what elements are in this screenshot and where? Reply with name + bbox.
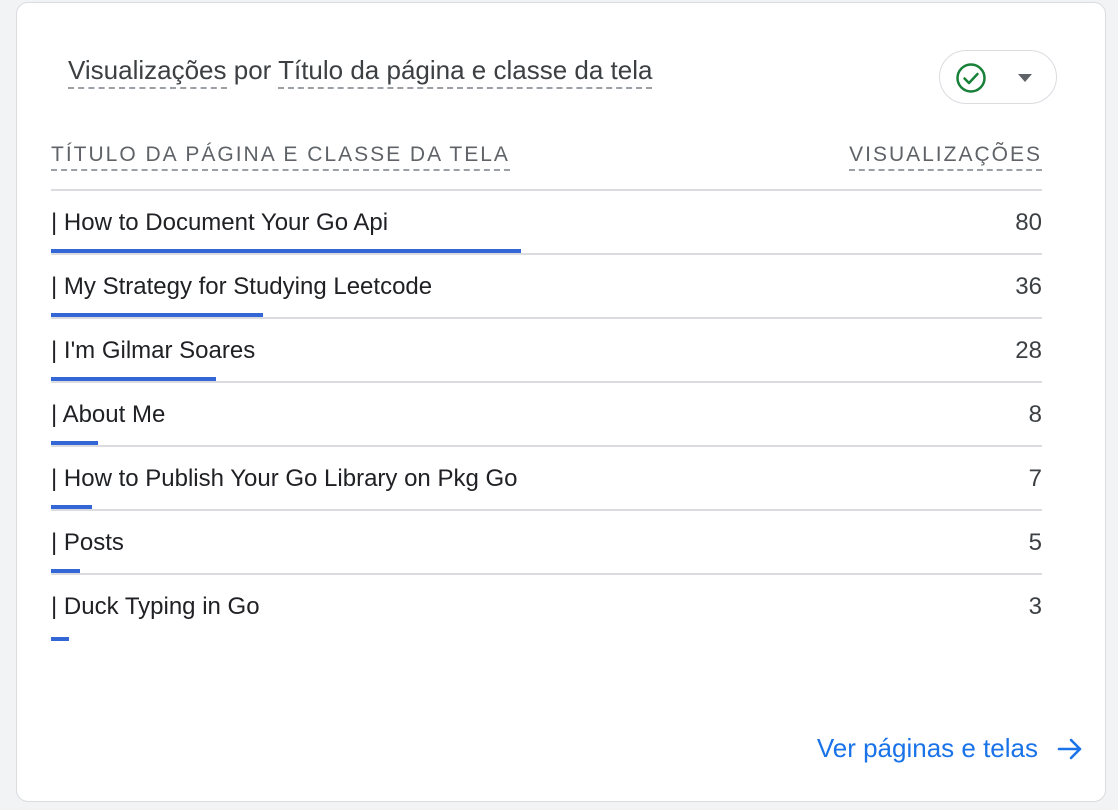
table-row[interactable]: | I'm Gilmar Soares 28 — [51, 319, 1042, 383]
row-label: | Duck Typing in Go — [51, 593, 260, 620]
caret-down-icon — [1018, 74, 1032, 82]
table-header: TÍTULO DA PÁGINA E CLASSE DA TELA VISUAL… — [51, 143, 1042, 189]
row-value: 8 — [1028, 401, 1042, 428]
view-pages-link-label: Ver páginas e telas — [816, 733, 1038, 763]
row-label: | How to Document Your Go Api — [51, 209, 389, 236]
row-label: | How to Publish Your Go Library on Pkg … — [51, 465, 518, 492]
row-bar — [51, 637, 69, 641]
row-value: 5 — [1028, 529, 1042, 556]
row-label: | Posts — [51, 529, 124, 556]
row-bar — [51, 505, 92, 509]
column-header-title[interactable]: TÍTULO DA PÁGINA E CLASSE DA TELA — [51, 143, 510, 171]
column-header-views[interactable]: VISUALIZAÇÕES — [849, 143, 1042, 171]
row-value: 28 — [1015, 337, 1042, 364]
row-bar — [51, 441, 98, 445]
row-label: | My Strategy for Studying Leetcode — [51, 273, 433, 300]
row-bar — [51, 249, 521, 253]
status-dropdown-button[interactable] — [939, 50, 1057, 104]
view-pages-link[interactable]: Ver páginas e telas — [817, 733, 1084, 764]
row-bar — [51, 313, 263, 317]
row-value: 36 — [1015, 273, 1042, 300]
row-label: | About Me — [51, 401, 166, 428]
row-bar — [51, 569, 80, 573]
row-value: 7 — [1028, 465, 1042, 492]
dimension-label[interactable]: Título da página e classe da tela — [278, 55, 653, 89]
metric-label[interactable]: Visualizações — [68, 55, 227, 89]
table-row[interactable]: | About Me 8 — [51, 383, 1042, 447]
card-title: Visualizações por Título da página e cla… — [68, 55, 653, 89]
table-row[interactable]: | How to Document Your Go Api 80 — [51, 191, 1042, 255]
title-connector: por — [233, 55, 272, 85]
table-row[interactable]: | My Strategy for Studying Leetcode 36 — [51, 255, 1042, 319]
row-label: | I'm Gilmar Soares — [51, 337, 256, 364]
row-value: 80 — [1015, 209, 1042, 236]
table-row[interactable]: | Duck Typing in Go 3 — [51, 575, 1042, 641]
table-row[interactable]: | Posts 5 — [51, 511, 1042, 575]
arrow-right-icon — [1057, 738, 1082, 759]
table-body: | How to Document Your Go Api 80 | My St… — [51, 191, 1042, 641]
table-row[interactable]: | How to Publish Your Go Library on Pkg … — [51, 447, 1042, 511]
row-value: 3 — [1028, 593, 1042, 620]
check-circle-icon — [956, 63, 986, 93]
row-bar — [51, 377, 216, 381]
